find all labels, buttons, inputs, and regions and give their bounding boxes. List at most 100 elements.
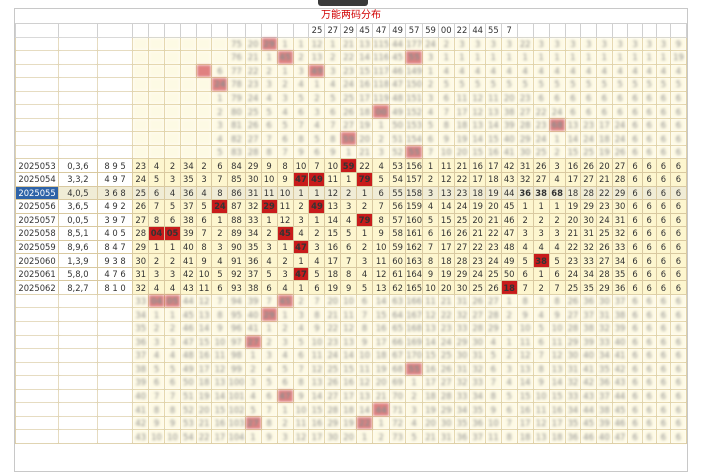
count-cell: 1	[340, 172, 358, 187]
count-cell: 1	[595, 50, 613, 65]
table-row[interactable]: 2025055 4,0,5 3 6 8 25 6 4 36 4 8 86 31 11 10 1 1 12 2 1 6…	[15, 185, 687, 201]
table-row[interactable]: 36 3 3 47 15 10 97 27 2 3 5 10 23 13 9 17 66 169 14 24 29 30 4…	[15, 334, 687, 350]
count-cell: 27	[611, 158, 629, 173]
table-row[interactable]: 38 5 5 49 17 12 99 2 4 5 7 12 25 15 11 19 68 55 16 26 31 32 6 3…	[15, 361, 687, 377]
count-cell: 9	[516, 307, 534, 323]
count-cell: 73	[389, 429, 406, 444]
table-row[interactable]: 40 7 7 51 19 14 101 4 6 47 9 14 27 17 13 21 70 2 18 28 33 34 8…	[15, 388, 687, 404]
count-cell: 3	[372, 144, 391, 160]
count-cell: 17	[485, 158, 502, 173]
count-cell: 5	[276, 117, 294, 133]
count-cell: 50	[389, 117, 406, 133]
table-row[interactable]: 76 21 1 45 2 13 2 22 14 116 45 55 3 1 1 1 1 1 1 1 1 1 1 1 1 1 1 1 19	[15, 50, 687, 65]
table-row[interactable]: 6 77 22 2 1 3 49 3 23 15 117 46 149 1 4 4 4 4 4 4 4 4 4 4 4 4 4 4 4 4	[15, 63, 687, 79]
count-cell: 9	[292, 144, 310, 160]
count-cell: 6	[211, 63, 229, 79]
count-cell: 60	[389, 253, 406, 268]
period-cell	[15, 293, 60, 309]
count-cell	[132, 90, 150, 106]
count-cell: 18	[595, 131, 613, 146]
count-cell: 6	[669, 321, 687, 336]
table-row[interactable]: 33 04 05 44 12 7 94 39 7 45 2 7 20 10 6 14 63 166 11 21 31 26…	[15, 293, 687, 309]
count-cell: 28	[324, 402, 342, 417]
count-cell: 149	[404, 63, 424, 79]
count-cell: 13	[356, 36, 374, 52]
count-cell: 6	[627, 280, 643, 295]
count-cell: 6	[627, 172, 643, 187]
count-cell: 8	[516, 293, 534, 309]
count-cell: 27	[580, 172, 597, 187]
period-cell	[15, 361, 60, 377]
table-row[interactable]: 42 9 9 53 21 16 103 27 8 2 11 16 29 19 22 1 72 4 20 30 35 36 1…	[15, 415, 687, 431]
pair-digits-cell: 8 9 5	[96, 158, 134, 173]
count-cell: 34	[453, 402, 471, 417]
count-cell: 70	[389, 388, 406, 404]
count-cell: 24	[485, 253, 502, 268]
count-cell: 6	[356, 293, 374, 309]
table-row[interactable]: 43 10 10 54 22 17 104 1 9 3 12 17 30 20 1 2 73 5 21 31 36 37 1…	[15, 429, 687, 444]
table-row[interactable]: 5 83 28 8 7 9 6 9 1 21 3 52 55 7 10 20 15 16 41 30 25 2 15 25 19…	[15, 144, 687, 160]
count-cell: 4	[453, 63, 471, 79]
table-row[interactable]: 1 79 24 4 3 5 2 5 25 17 119 48 151 3 6 11 12 11 20 23 6 6 6 6 6 6…	[15, 90, 687, 106]
hit-cell: 55	[404, 361, 424, 377]
count-cell: 6	[532, 334, 550, 350]
count-cell: 92	[227, 266, 246, 282]
table-row[interactable]: 2025057 0,0,5 3 9 7 27 8 6 38 6 1 88 33 1 12 3 1 14 4 79 8…	[15, 212, 687, 228]
table-row[interactable]: 2025062 8,2,7 8 1 0 32 4 4 43 11 6 93 38 6 4 1 6 19 9 5 13…	[15, 280, 687, 295]
count-cell: 9	[548, 307, 566, 323]
count-cell: 7	[148, 199, 166, 214]
table-row[interactable]: 35 2 2 46 14 9 96 41 1 2 4 9 22 12 8 16 65 168 13 23 33 28 29 3…	[15, 321, 687, 336]
count-cell: 41	[611, 348, 629, 363]
table-row[interactable]: 2025060 1,3,9 9 3 8 30 2 2 41 9 4 91 36 4 2 1 4 17 7 3 11 6…	[15, 253, 687, 268]
count-cell: 16	[372, 321, 391, 336]
table-row[interactable]: 2025061 5,8,0 4 7 6 31 3 3 42 10 5 92 37 5 3 47 5 18 8 4 1…	[15, 266, 687, 282]
table-row[interactable]: 2025059 8,9,6 8 4 7 29 1 1 40 8 3 90 35 3 1 47 3 16 6 2 10…	[15, 239, 687, 255]
table-row[interactable]: 3 81 26 6 5 7 4 7 27 19 1 50 153 5 8 18 13 14 39 28 23 68 13 23…	[15, 117, 687, 133]
count-cell: 6	[655, 199, 671, 214]
table-row[interactable]: 2025058 8,5,1 4 0 5 28 04 05 39 7 2 89 34 2 45 4 2 15 5 1…	[15, 226, 687, 241]
count-cell	[195, 77, 213, 92]
table-row[interactable]: 34 1 1 45 13 8 95 40 29 1 3 8 21 11 7 15 64 167 12 22 32 27 28…	[15, 307, 687, 323]
count-cell: 13	[564, 117, 582, 133]
table-row[interactable]: 2025053 0,3,6 8 9 5 23 4 2 34 2 6 84 29 9 8 10 7 10 59 22…	[15, 158, 687, 173]
count-cell: 31	[453, 293, 471, 309]
count-cell: 6	[595, 104, 613, 119]
count-cell: 13	[548, 361, 566, 377]
count-cell: 46	[500, 212, 518, 228]
pair-digits-cell	[96, 307, 134, 323]
count-cell: 6	[627, 334, 643, 350]
count-cell: 27	[453, 239, 471, 255]
draw-digits-cell	[58, 117, 98, 133]
count-cell: 25	[595, 226, 613, 241]
table-row[interactable]: 2 80 25 5 4 6 3 6 26 18 00 49 152 4 7 17 12 13 38 27 22 24 6 6 6…	[15, 104, 687, 119]
count-cell: 6	[595, 90, 613, 106]
table-row[interactable]: 2025054 3,3,2 4 9 7 24 5 3 35 3 7 85 30 10 9 47 49 11 1 7…	[15, 172, 687, 187]
pair-digits-cell	[96, 348, 134, 363]
count-cell: 6	[655, 388, 671, 404]
table-row[interactable]: 75 20 29 1 1 12 1 21 13 115 44 177 24 2 3 3 3 3 22 3 3 3 3 3 3 3 3…	[15, 36, 687, 52]
count-cell: 14	[324, 212, 342, 228]
count-cell: 5	[148, 361, 166, 377]
table-row[interactable]: 41 8 8 52 20 15 102 5 7 1 10 15 28 18 14 44 71 3 19 29 34 35 9…	[15, 402, 687, 417]
pair-digits-cell	[96, 334, 134, 350]
count-cell: 5	[564, 77, 582, 92]
count-cell: 1	[244, 429, 262, 444]
table-row[interactable]: 4 82 27 7 6 8 5 8 59 20 2 51 154 6 9 19 14 15 40 29 24 1 14 24 1…	[15, 131, 687, 146]
draw-digits-cell	[58, 131, 98, 146]
count-cell: 38	[132, 361, 150, 377]
count-cell: 6	[548, 266, 566, 282]
count-cell: 3	[500, 36, 518, 52]
header-cell	[15, 23, 60, 38]
table-row[interactable]: 37 4 4 48 16 11 98 1 3 4 6 11 24 14 10 18 67 170 15 25 30 31 5…	[15, 348, 687, 363]
count-cell	[180, 131, 197, 146]
count-cell: 1	[356, 226, 374, 241]
count-cell: 27	[516, 104, 534, 119]
table-row[interactable]: 39 6 6 50 18 13 100 3 5 6 8 13 26 16 12 20 69 1 17 27 32 33 7 4…	[15, 375, 687, 390]
hit-cell: 45	[276, 50, 294, 65]
count-cell: 14	[372, 293, 391, 309]
count-cell	[148, 36, 166, 52]
table-row[interactable]: 2025056 3,6,5 4 9 2 26 7 5 37 5 24 87 32 29 11 2 49 13 3…	[15, 199, 687, 214]
table-row[interactable]: 24 78 23 3 2 4 1 4 24 16 118 47 150 2 5 5 5 5 5 5 5 5 5 5 5 5 5 5 5 5	[15, 77, 687, 92]
count-cell: 27	[340, 117, 358, 133]
count-cell: 1	[655, 50, 671, 65]
